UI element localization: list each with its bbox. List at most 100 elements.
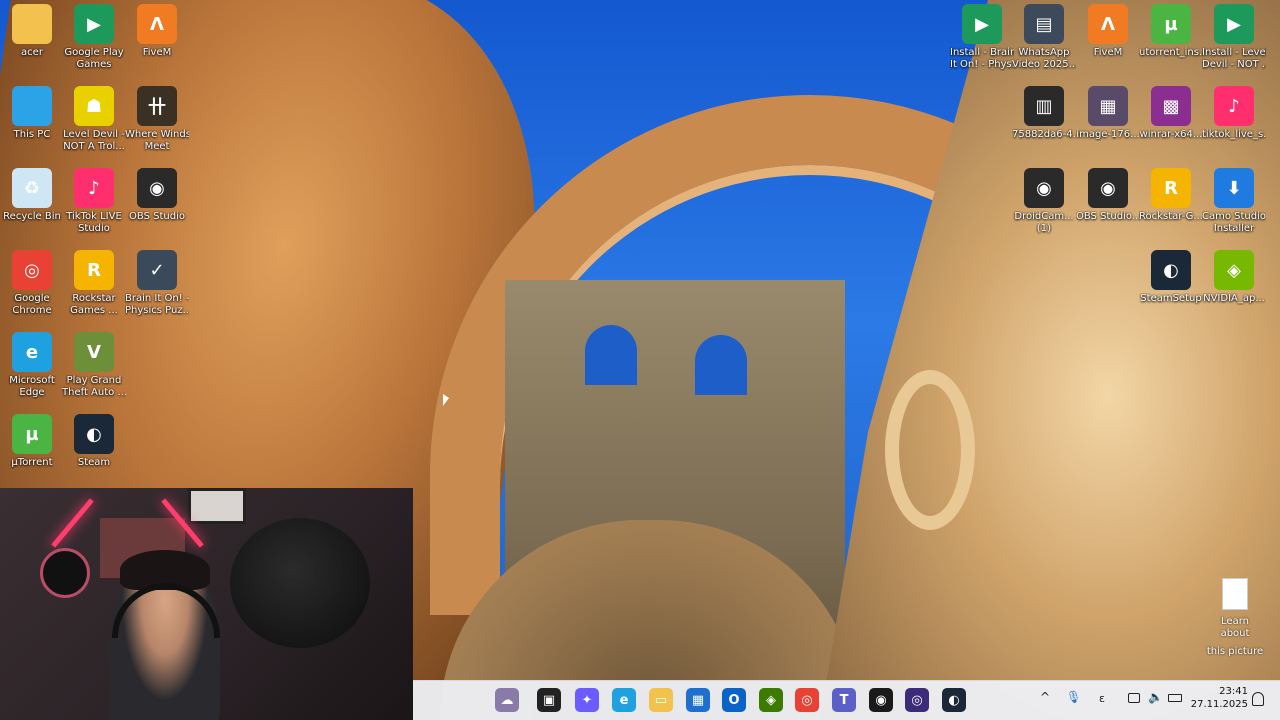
shortcut-label-line2: Devil - NOT ... bbox=[1202, 59, 1266, 70]
desktop-shortcut[interactable]: ◉ OBS Studio bbox=[125, 168, 189, 223]
desktop-shortcut[interactable]: V Play Grand Theft Auto ... bbox=[62, 332, 126, 399]
teams-icon[interactable]: T bbox=[832, 688, 856, 712]
desktop-shortcut[interactable]: acer bbox=[0, 4, 64, 59]
microsoft-store-icon[interactable]: ▦ bbox=[686, 688, 710, 712]
desktop-shortcut[interactable]: Λ FiveM bbox=[125, 4, 189, 59]
shortcut-label: µTorrent bbox=[11, 457, 53, 468]
shortcut-label: acer bbox=[21, 47, 43, 58]
desktop-shortcut[interactable]: ◐ SteamSetup bbox=[1139, 250, 1203, 305]
desktop-shortcut[interactable]: µ utorrent_ins... bbox=[1139, 4, 1203, 59]
desktop-shortcut[interactable]: This PC bbox=[0, 86, 64, 141]
chrome-taskbar-icon[interactable]: ◎ bbox=[795, 688, 819, 712]
desktop-shortcut[interactable]: ☗ Level Devil - NOT A Trol... bbox=[62, 86, 126, 153]
desktop-shortcut[interactable]: Λ FiveM bbox=[1076, 4, 1140, 59]
rockstar-games-icon: R bbox=[74, 250, 114, 290]
volume-icon[interactable]: 🔈 bbox=[1148, 690, 1163, 704]
taskbar-clock[interactable]: 23:41 27.11.2025 bbox=[1190, 685, 1248, 711]
shortcut-label: 75882da6-4... bbox=[1012, 129, 1076, 140]
tiktok-live-setup-icon: ♪ bbox=[1214, 86, 1254, 126]
copilot-icon[interactable]: ✦ bbox=[575, 688, 599, 712]
shortcut-label: tiktok_live_s... bbox=[1202, 129, 1266, 140]
recycle-bin-icon: ♻ bbox=[12, 168, 52, 208]
nvidia-taskbar-icon[interactable]: ◈ bbox=[759, 688, 783, 712]
desktop-shortcut[interactable]: ♻ Recycle Bin bbox=[0, 168, 64, 223]
shortcut-label-line2: Video 2025... bbox=[1012, 59, 1076, 70]
wallpaper-window bbox=[695, 335, 747, 395]
shortcut-label: Microsoft bbox=[9, 375, 55, 386]
whatsapp-video-icon: ▤ bbox=[1024, 4, 1064, 44]
language-indicator[interactable]: ε bbox=[1099, 692, 1105, 705]
desktop-shortcut[interactable]: ▶ Install - BrainIt On! - Phys... bbox=[950, 4, 1014, 71]
desktop-shortcut[interactable]: ▤ WhatsApp Video 2025... bbox=[1012, 4, 1076, 71]
shortcut-label: Rockstar bbox=[72, 293, 116, 304]
wallpaper-window bbox=[585, 325, 637, 385]
battery-icon[interactable] bbox=[1168, 694, 1182, 702]
notification-icon[interactable] bbox=[1252, 692, 1264, 706]
desktop-shortcut[interactable]: ◈ NVIDIA_ap... bbox=[1202, 250, 1266, 305]
desktop-shortcut[interactable]: ▶ Install - Level Devil - NOT ... bbox=[1202, 4, 1266, 71]
widgets-icon[interactable]: ☁ bbox=[495, 688, 519, 712]
google-chrome-icon: ◎ bbox=[12, 250, 52, 290]
cam-picture-frame bbox=[188, 488, 246, 524]
desktop-shortcut[interactable]: µ µTorrent bbox=[0, 414, 64, 469]
shortcut-label: image-176... bbox=[1076, 129, 1140, 140]
file-explorer-icon[interactable]: ▭ bbox=[649, 688, 673, 712]
desktop-shortcut[interactable]: R Rockstar Games ... bbox=[62, 250, 126, 317]
steam-icon: ◐ bbox=[74, 414, 114, 454]
shortcut-label-line2: Edge bbox=[19, 387, 45, 398]
desktop-shortcut[interactable]: ▶ Google Play Games bbox=[62, 4, 126, 71]
desktop-shortcut[interactable]: ♪ tiktok_live_s... bbox=[1202, 86, 1266, 141]
obs-taskbar-icon[interactable]: ◉ bbox=[869, 688, 893, 712]
utorrent-icon: µ bbox=[12, 414, 52, 454]
this-pc-icon bbox=[12, 86, 52, 126]
desktop-shortcut[interactable]: ✓ Brain It On! - Physics Puz... bbox=[125, 250, 189, 317]
shortcut-label: Install - Level bbox=[1202, 47, 1266, 58]
desktop-shortcut[interactable]: ♪ TikTok LIVE Studio bbox=[62, 168, 126, 235]
where-winds-meet-icon: 卄 bbox=[137, 86, 177, 126]
steam-setup-icon: ◐ bbox=[1151, 250, 1191, 290]
shortcut-label-line2: Studio bbox=[78, 223, 110, 234]
tray-chevron-icon[interactable]: ^ bbox=[1040, 690, 1050, 704]
edge-taskbar-icon[interactable]: e bbox=[612, 688, 636, 712]
shortcut-label-line2: It On! - Phys... bbox=[950, 59, 1014, 70]
shortcut-label: OBS Studio... bbox=[1076, 211, 1140, 222]
shortcut-label: Where Winds bbox=[125, 129, 189, 140]
shortcut-label: NVIDIA_ap... bbox=[1203, 293, 1265, 304]
desktop-shortcut[interactable]: ◉ DroidCam... (1) bbox=[1012, 168, 1076, 235]
shortcut-label-line2: (1) bbox=[1036, 223, 1052, 234]
outlook-icon[interactable]: O bbox=[722, 688, 746, 712]
obs-studio-icon: ◉ bbox=[137, 168, 177, 208]
shortcut-label: Recycle Bin bbox=[3, 211, 61, 222]
desktop-shortcut[interactable]: ◉ OBS Studio... bbox=[1076, 168, 1140, 223]
desktop-shortcut[interactable]: ⬇ Camo Studio Installer bbox=[1202, 168, 1266, 235]
microphone-icon[interactable]: 🎙 bbox=[1066, 690, 1081, 704]
network-icon[interactable] bbox=[1128, 693, 1140, 703]
shortcut-label-line2: Theft Auto ... bbox=[62, 387, 126, 398]
desktop-shortcut[interactable]: ▩ winrar-x64... bbox=[1139, 86, 1203, 141]
desktop-shortcut[interactable]: ▥ 75882da6-4... bbox=[1012, 86, 1076, 141]
desktop-shortcut[interactable]: ◐ Steam bbox=[62, 414, 126, 469]
desktop-shortcut[interactable]: ◎ Google Chrome bbox=[0, 250, 64, 317]
wallpaper-ring bbox=[885, 370, 975, 530]
desktop-shortcut[interactable]: 卄 Where Winds Meet bbox=[125, 86, 189, 153]
fivem-icon: Λ bbox=[137, 4, 177, 44]
nvidia-app-icon: ◈ bbox=[1214, 250, 1254, 290]
learn-about-picture[interactable]: Learn about this picture bbox=[1206, 578, 1264, 658]
desktop-shortcut[interactable]: e Microsoft Edge bbox=[0, 332, 64, 399]
shortcut-label: Play Grand bbox=[66, 375, 122, 386]
shortcut-label: This PC bbox=[13, 129, 51, 140]
shortcut-label: SteamSetup bbox=[1140, 293, 1202, 304]
utorrent-installer-icon: µ bbox=[1151, 4, 1191, 44]
shortcut-label-line2: Physics Puz... bbox=[125, 305, 189, 316]
shortcut-label: Rockstar-G... bbox=[1139, 211, 1203, 222]
task-view-icon[interactable]: ▣ bbox=[537, 688, 561, 712]
shortcut-label-line2: Games bbox=[76, 59, 112, 70]
obs-alt-taskbar-icon[interactable]: ◎ bbox=[905, 688, 929, 712]
clock-date: 27.11.2025 bbox=[1190, 699, 1248, 710]
desktop-shortcut[interactable]: ▦ image-176... bbox=[1076, 86, 1140, 141]
shortcut-label: Camo Studio bbox=[1202, 211, 1266, 222]
level-devil-icon: ☗ bbox=[74, 86, 114, 126]
shortcut-label-line2: Games ... bbox=[70, 305, 118, 316]
steam-taskbar-icon[interactable]: ◐ bbox=[942, 688, 966, 712]
desktop-shortcut[interactable]: R Rockstar-G... bbox=[1139, 168, 1203, 223]
